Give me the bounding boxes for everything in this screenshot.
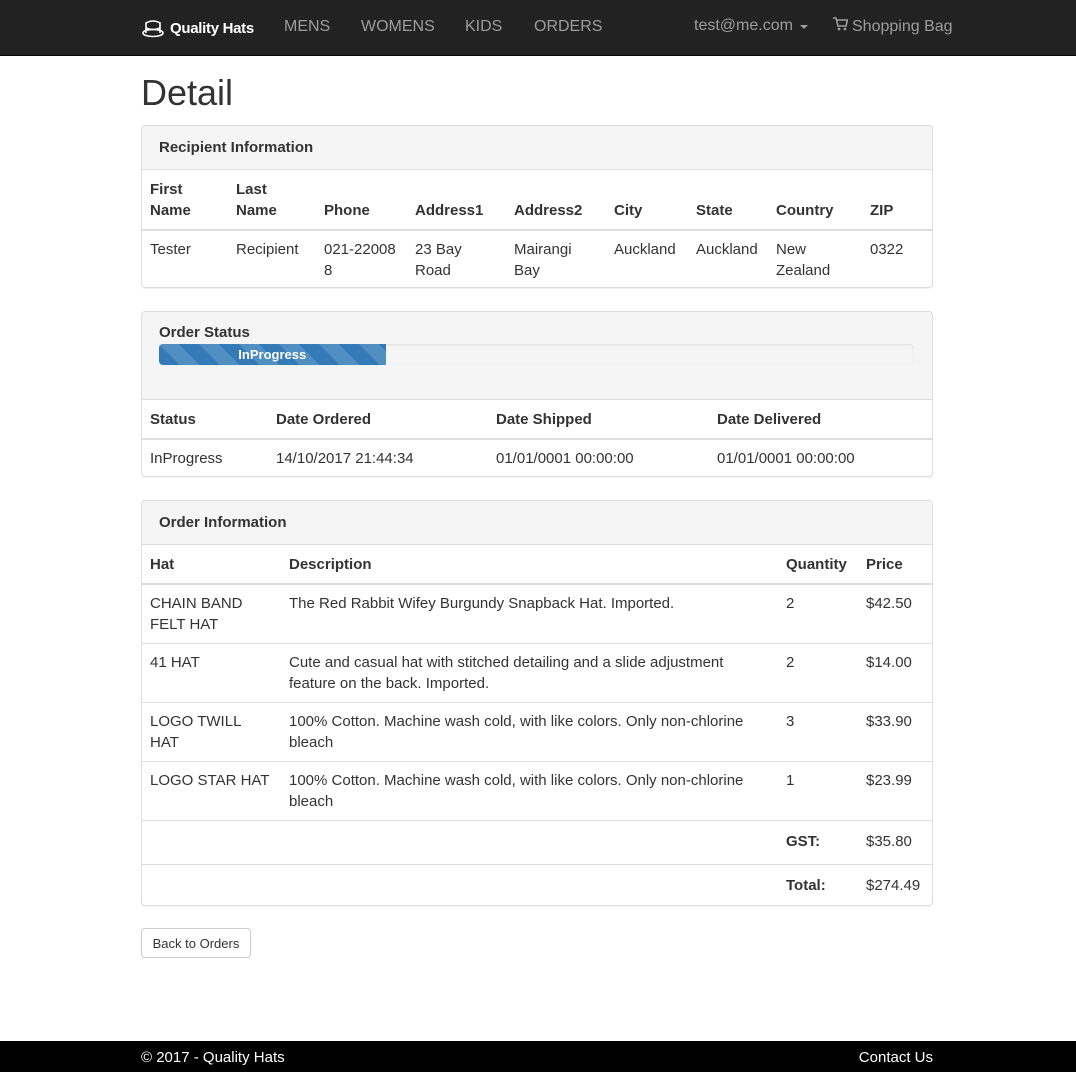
user-menu-dropdown[interactable]: test@me.com xyxy=(694,17,808,35)
hat-name-cell: 41 HAT xyxy=(142,643,281,703)
order-status-panel: Order Status InProgress Status Date Orde… xyxy=(141,311,933,477)
description-cell: Cute and casual hat with stitched detail… xyxy=(281,643,778,703)
shopping-bag-link[interactable]: Shopping Bag xyxy=(833,17,953,36)
brand-link[interactable]: Quality Hats xyxy=(142,15,254,41)
date-shipped-cell: 01/01/0001 00:00:00 xyxy=(496,450,634,467)
hat-name-cell: CHAIN BAND FELT HAT xyxy=(150,595,243,633)
nav-orders[interactable]: ORDERS xyxy=(534,18,602,36)
order-status-heading-area: Order Status InProgress xyxy=(142,312,932,400)
col-first-name: First Name xyxy=(142,179,228,231)
recipient-panel: Recipient Information First Name Last Na… xyxy=(141,125,933,288)
order-progress-bar: InProgress xyxy=(159,344,914,365)
price-cell: $42.50 xyxy=(866,595,912,612)
order-information-heading: Order Information xyxy=(142,501,932,545)
price-cell: $33.90 xyxy=(858,702,932,762)
col-country: Country xyxy=(768,179,862,231)
shopping-cart-icon xyxy=(833,17,849,36)
col-description: Description xyxy=(281,554,778,585)
col-date-ordered: Date Ordered xyxy=(268,409,488,440)
table-row: LOGO STAR HAT 100% Cotton. Machine wash … xyxy=(142,761,932,821)
last-name-cell: Recipient xyxy=(236,241,299,258)
nav-mens[interactable]: MENS xyxy=(284,18,330,36)
description-cell: The Red Rabbit Wifey Burgundy Snapback H… xyxy=(289,595,675,612)
state-cell: Auckland xyxy=(696,241,758,258)
total-value: $274.49 xyxy=(858,864,932,905)
first-name-cell: Tester xyxy=(150,241,191,258)
hat-logo-icon xyxy=(142,18,164,38)
address1-cell: 23 Bay Road xyxy=(415,241,462,279)
nav-womens[interactable]: WOMENS xyxy=(361,18,435,36)
col-last-name: Last Name xyxy=(228,179,316,231)
col-quantity: Quantity xyxy=(778,554,858,585)
gst-value: $35.80 xyxy=(858,820,932,865)
recipient-table: First Name Last Name Phone Address1 Addr… xyxy=(142,179,932,287)
table-row: CHAIN BAND FELT HAT The Red Rabbit Wifey… xyxy=(142,584,932,644)
table-row: 41 HAT Cute and casual hat with stitched… xyxy=(142,643,932,703)
nav-kids[interactable]: KIDS xyxy=(465,18,502,36)
brand-name: Quality Hats xyxy=(170,19,254,37)
hat-name-cell: LOGO TWILL HAT xyxy=(142,702,281,762)
quantity-cell: 3 xyxy=(778,702,858,762)
col-price: Price xyxy=(858,554,932,585)
col-address1: Address1 xyxy=(407,179,506,231)
date-delivered-cell: 01/01/0001 00:00:00 xyxy=(717,450,855,467)
hat-name-cell: LOGO STAR HAT xyxy=(142,761,281,821)
quantity-cell: 1 xyxy=(778,761,858,821)
zip-cell: 0322 xyxy=(870,241,904,258)
quantity-cell: 2 xyxy=(786,595,795,612)
col-status: Status xyxy=(142,409,268,440)
contact-us-link[interactable]: Contact Us xyxy=(859,1049,933,1066)
quantity-cell: 2 xyxy=(778,643,858,703)
gst-row: GST: $35.80 xyxy=(142,820,932,865)
date-ordered-cell: 14/10/2017 21:44:34 xyxy=(276,450,414,467)
gst-label: GST: xyxy=(778,820,858,865)
price-cell: $14.00 xyxy=(858,643,932,703)
table-row: InProgress 14/10/2017 21:44:34 01/01/000… xyxy=(142,439,932,476)
user-email: test@me.com xyxy=(694,17,793,34)
country-cell: New Zealand xyxy=(776,241,831,279)
city-cell: Auckland xyxy=(614,241,676,258)
order-status-heading: Order Status xyxy=(159,324,250,341)
footer: © 2017 - Quality Hats Contact Us xyxy=(0,1041,1076,1072)
order-table: Hat Description Quantity Price CHAIN BAN… xyxy=(142,554,932,905)
progress-fill: InProgress xyxy=(159,344,386,365)
table-row: Tester Recipient 021-220088 23 Bay Road … xyxy=(142,230,932,287)
col-date-delivered: Date Delivered xyxy=(709,409,932,440)
shopping-bag-label: Shopping Bag xyxy=(852,17,953,35)
description-cell: 100% Cotton. Machine wash cold, with lik… xyxy=(281,702,778,762)
col-city: City xyxy=(606,179,688,231)
total-label: Total: xyxy=(778,864,858,905)
table-row: LOGO TWILL HAT 100% Cotton. Machine wash… xyxy=(142,702,932,762)
phone-cell: 021-220088 xyxy=(324,241,396,279)
recipient-heading: Recipient Information xyxy=(142,126,932,170)
caret-down-icon xyxy=(799,25,808,29)
col-state: State xyxy=(688,179,768,231)
col-phone: Phone xyxy=(316,179,407,231)
col-date-shipped: Date Shipped xyxy=(488,409,709,440)
navbar: Quality Hats MENS WOMENS KIDS ORDERS tes… xyxy=(0,0,1076,56)
status-table: Status Date Ordered Date Shipped Date De… xyxy=(142,409,932,476)
description-cell: 100% Cotton. Machine wash cold, with lik… xyxy=(281,761,778,821)
col-address2: Address2 xyxy=(506,179,606,231)
address2-cell: Mairangi Bay xyxy=(514,241,572,279)
total-row: Total: $274.49 xyxy=(142,864,932,905)
col-zip: ZIP xyxy=(862,179,932,231)
status-cell: InProgress xyxy=(150,450,223,467)
footer-copyright: © 2017 - Quality Hats xyxy=(141,1049,285,1066)
page-title: Detail xyxy=(141,72,234,113)
back-to-orders-button[interactable]: Back to Orders xyxy=(141,928,251,958)
col-hat: Hat xyxy=(142,554,281,585)
price-cell: $23.99 xyxy=(858,761,932,821)
order-information-panel: Order Information Hat Description Quanti… xyxy=(141,500,933,906)
